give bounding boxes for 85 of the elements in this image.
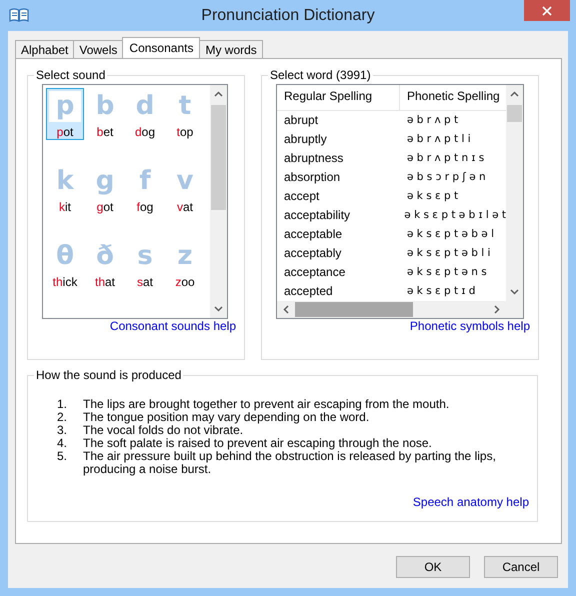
example-word: top [176, 125, 194, 139]
step-text: The air pressure built up behind the obstruction is released by parting the lips, producing a noise burst. [83, 450, 497, 476]
example-word: vat [176, 200, 193, 214]
column-header[interactable]: Regular Spelling [277, 85, 400, 110]
word-cell[interactable]: abruptness [277, 149, 400, 168]
tab[interactable]: Alphabet [15, 40, 74, 58]
sound-tile[interactable]: k kit [46, 163, 84, 215]
vertical-scrollbar[interactable] [506, 85, 523, 301]
example-word: pot [56, 125, 74, 139]
word-cell[interactable]: acceptance [277, 263, 400, 282]
tab[interactable]: Consonants [122, 37, 200, 58]
phonetic-symbol: d [134, 91, 156, 122]
word-cell[interactable]: accepted [277, 282, 400, 301]
sound-tile[interactable]: v vat [166, 163, 204, 215]
close-button[interactable] [524, 0, 570, 21]
sound-tile[interactable]: t top [166, 88, 204, 140]
step-text: The vocal folds do not vibrate. [83, 424, 244, 437]
phonetic-cell[interactable]: ə b s ɔ r p ʃ ə n [400, 168, 486, 187]
sound-tile[interactable]: b bet [86, 88, 124, 140]
phonetic-symbol: f [138, 166, 152, 197]
phonetic-symbol: s [136, 241, 154, 272]
close-icon [542, 6, 552, 16]
help-link[interactable]: Speech anatomy help [412, 495, 529, 509]
example-word: kit [59, 200, 71, 214]
vertical-scrollbar[interactable] [210, 85, 227, 318]
step-number: 1. [56, 398, 68, 411]
book-icon [9, 8, 29, 22]
word-cell[interactable]: acceptability [277, 206, 398, 225]
help-link[interactable]: Phonetic symbols help [410, 319, 530, 333]
phonetic-cell[interactable]: ə k s ɛ p t [400, 187, 458, 206]
sound-tile[interactable]: g got [86, 163, 124, 215]
phonetic-symbol: v [176, 166, 194, 197]
example-word: zoo [175, 275, 195, 289]
tab[interactable]: My words [199, 40, 263, 58]
phonetic-cell[interactable]: ə k s ɛ p t ɪ d [400, 282, 476, 301]
column-header[interactable]: Phonetic Spelling [400, 85, 506, 110]
step-text: The lips are brought together to prevent air escaping from the mouth. [83, 398, 450, 411]
step-number: 2. [56, 411, 68, 424]
help-link[interactable]: Consonant sounds help [110, 319, 236, 333]
step-text: The tongue position may vary depending on the word. [83, 411, 370, 424]
sound-tile[interactable]: d dog [126, 88, 164, 140]
group-title: Select sound [34, 68, 108, 82]
ok-button[interactable]: OK [396, 556, 470, 578]
phonetic-symbol: k [55, 166, 75, 197]
group-title: Select word (3991) [268, 68, 373, 82]
phonetic-symbol: p [49, 91, 81, 122]
sound-tile[interactable]: f fog [126, 163, 164, 215]
window-title: Pronunciation Dictionary [200, 6, 376, 24]
word-cell[interactable]: absorption [277, 168, 400, 187]
example-word: thick [52, 275, 78, 289]
phonetic-cell[interactable]: ə b r ʌ p t n ɪ s [400, 149, 484, 168]
step-number: 4. [56, 437, 68, 450]
phonetic-cell[interactable]: ə k s ɛ p t ə b ə l [400, 225, 494, 244]
cancel-button[interactable]: Cancel [484, 556, 558, 578]
example-word: that [94, 275, 116, 289]
example-word: bet [96, 125, 114, 139]
step-text: The soft palate is raised to prevent air escaping through the nose. [83, 437, 433, 450]
example-word: got [96, 200, 114, 214]
phonetic-symbol: ð [95, 241, 115, 272]
step-number: 5. [56, 450, 68, 465]
phonetic-symbol: t [178, 91, 192, 122]
sound-tile[interactable]: p pot [46, 88, 84, 140]
sound-tile[interactable]: ð that [86, 238, 124, 290]
phonetic-symbol: b [94, 91, 116, 122]
sound-tile[interactable]: θ thick [46, 238, 84, 290]
word-cell[interactable]: acceptably [277, 244, 400, 263]
phonetic-cell[interactable]: ə k s ɛ p t ə n s [400, 263, 487, 282]
word-cell[interactable]: abruptly [277, 130, 400, 149]
sound-tile[interactable]: z zoo [166, 238, 204, 290]
phonetic-cell[interactable]: ə b r ʌ p t [400, 111, 458, 130]
example-word: fog [136, 200, 154, 214]
phonetic-cell[interactable]: ə b r ʌ p t l i [400, 130, 471, 149]
phonetic-symbol: g [94, 166, 116, 197]
phonetic-symbol: z [176, 241, 194, 272]
example-word: dog [134, 125, 156, 139]
word-cell[interactable]: acceptable [277, 225, 400, 244]
word-cell[interactable]: accept [277, 187, 400, 206]
phonetic-symbol: θ [55, 241, 75, 272]
example-word: sat [136, 275, 153, 289]
step-number: 3. [56, 424, 68, 437]
sound-tile[interactable]: s sat [126, 238, 164, 290]
phonetic-cell[interactable]: ə k s ɛ p t ə b l i [400, 244, 490, 263]
phonetic-cell[interactable]: ə k s ɛ p t ə b ɪ l ə t [397, 206, 506, 225]
group-title: How the sound is produced [34, 368, 184, 382]
word-cell[interactable]: abrupt [277, 111, 400, 130]
